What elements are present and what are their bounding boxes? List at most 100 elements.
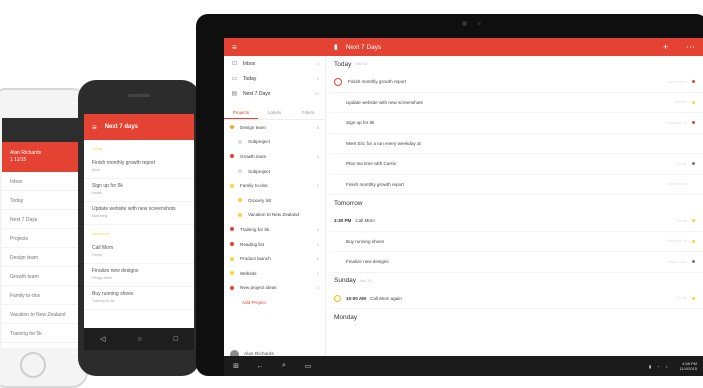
task-row[interactable]: Finalize new designs Design team	[330, 252, 703, 273]
battery-icon[interactable]: ▮	[649, 364, 651, 369]
project-item[interactable]: Subproject	[224, 164, 325, 179]
task-project: Family	[676, 296, 687, 301]
priority-dot	[692, 219, 695, 223]
iphone-nav-item[interactable]: Projects	[2, 229, 86, 248]
start-icon[interactable]: ⊞	[224, 362, 248, 370]
search-icon[interactable]: ⌕	[272, 362, 296, 370]
iphone-nav-item[interactable]: Vacation to New Zealand	[2, 305, 86, 324]
add-task-icon[interactable]: +	[663, 42, 668, 53]
list-item[interactable]: Call Mom Family	[84, 241, 194, 264]
home-icon[interactable]: ○	[137, 336, 141, 343]
day-header: Tomorrow	[330, 195, 703, 211]
android-app-bar: ≡ Next 7 days	[84, 114, 194, 140]
project-label: Training for 5k	[240, 226, 270, 232]
project-item[interactable]: Growth team 5	[224, 149, 325, 164]
iphone-nav-item[interactable]: Reading list	[2, 343, 86, 348]
task-project: Growth team	[666, 182, 687, 187]
task-project: Website	[674, 100, 687, 105]
sidebar-item[interactable]: ▤ Next 7 Days 12	[224, 86, 325, 101]
project-label: Family to-dos	[240, 183, 268, 189]
project-item[interactable]: Subproject	[224, 135, 325, 150]
project-item[interactable]: Grocery list	[224, 193, 325, 208]
task-row[interactable]: Meet Eric for a run every weekday at	[330, 134, 703, 154]
iphone-nav-item[interactable]: Next 7 Days	[2, 210, 86, 229]
list-item[interactable]: Finish monthly growth report Work	[84, 156, 194, 179]
wifi-icon[interactable]: ◔	[657, 364, 659, 369]
task-project: Marketing	[92, 214, 108, 218]
task-project: Design team	[92, 276, 112, 280]
hamburger-menu-icon[interactable]: ≡	[224, 43, 334, 52]
iphone-user-panel[interactable]: Alan Richards 1 11/15	[2, 142, 86, 172]
project-color-dot	[238, 169, 242, 174]
iphone-nav-item[interactable]: Design team	[2, 248, 86, 267]
windows-taskbar: ⊞ ← ⌕ ▭ ▮ ◔ ♪ 4:38 PM 11/4/2015	[224, 356, 703, 376]
task-row[interactable]: Finish monthly growth report Growth team	[330, 72, 703, 93]
task-row[interactable]: 3:30 PM Call Mom Family	[330, 211, 703, 232]
tab-filters[interactable]: Filters	[291, 106, 325, 119]
task-text: Finalize new designs	[92, 268, 139, 274]
task-checkbox[interactable]	[334, 77, 342, 86]
recent-apps-icon[interactable]: □	[174, 336, 178, 343]
clock[interactable]: 4:38 PM 11/4/2015	[674, 361, 698, 371]
sidebar-item-count: 3	[316, 61, 319, 66]
add-project-button[interactable]: Add Project	[224, 295, 325, 309]
task-row[interactable]: 10:00 AM Call Mom again Family	[330, 289, 703, 309]
task-text: Call Mom	[92, 245, 114, 251]
day-header: Today Wed 12	[330, 56, 703, 72]
system-tray: ▮ ◔ ♪ 4:38 PM 11/4/2015	[643, 361, 697, 371]
task-text: Update website with new screenshots	[346, 99, 423, 105]
project-count: 2	[316, 241, 319, 247]
iphone-nav-item[interactable]: Training for 5k	[2, 324, 86, 343]
task-project: Family	[676, 218, 687, 223]
project-label: Reading list	[240, 241, 265, 247]
task-row[interactable]: Buy running shoes Training for 5k	[330, 232, 703, 252]
iphone-nav-item[interactable]: Inbox	[2, 172, 86, 191]
task-row[interactable]: Finish monthly growth report Growth team	[330, 175, 703, 195]
task-text: Call Mom again	[370, 295, 402, 301]
list-item[interactable]: Finalize new designs Design team	[84, 264, 194, 287]
more-options-icon[interactable]: ⋯	[686, 42, 695, 53]
project-item[interactable]: Design team 8	[224, 120, 325, 135]
back-icon[interactable]: ←	[248, 363, 272, 370]
list-item[interactable]: Buy running shoes Training for 5k	[84, 287, 194, 310]
project-item[interactable]: Family to-dos 3	[224, 178, 325, 193]
list-item[interactable]: Sign up for 5k Health	[84, 179, 194, 202]
android-screen: ≡ Next 7 days Today Finish monthly growt…	[84, 114, 194, 328]
title-bar: ≡ ▮ Next 7 Days + ⋯	[224, 38, 703, 56]
project-item[interactable]: Reading list 2	[224, 237, 325, 252]
project-item[interactable]: Vacation to New Zealand	[224, 208, 325, 223]
task-text: Finish monthly growth report	[348, 79, 406, 85]
task-row[interactable]: Sign up for 5k Training for 5k	[330, 113, 703, 134]
sidebar-item[interactable]: ⊡ Inbox 3	[224, 56, 325, 71]
project-label: Design team	[240, 124, 266, 130]
project-item[interactable]: Website 1	[224, 266, 325, 281]
home-button[interactable]	[20, 352, 46, 378]
project-count: 3	[316, 183, 319, 189]
task-row[interactable]: Update website with new screenshots Websi…	[330, 93, 703, 113]
task-row[interactable]: Plan tea time with Carrie Family	[330, 154, 703, 175]
task-project: Training for 5k	[664, 120, 687, 125]
project-item[interactable]: Training for 5k 4	[224, 222, 325, 237]
sidebar-item[interactable]: ▭ Today 4	[224, 71, 325, 86]
iphone-nav-item[interactable]: Growth team	[2, 267, 86, 286]
menu-icon[interactable]: ≡	[92, 123, 97, 132]
iphone-nav-item[interactable]: Family to-dos	[2, 286, 86, 305]
volume-icon[interactable]: ♪	[666, 364, 668, 369]
project-item[interactable]: Product launch 6	[224, 251, 325, 266]
sidebar-nav: ⊡ Inbox 3 ▭ Today 4 ▤ Next 7 Days 12	[224, 56, 325, 101]
section-tomorrow: Tomorrow	[92, 231, 110, 236]
project-color-dot	[230, 125, 234, 130]
back-icon[interactable]: ◁	[100, 335, 105, 343]
iphone-nav-item[interactable]: Today	[2, 191, 86, 210]
project-color-dot	[238, 139, 242, 144]
project-item[interactable]: New project ideas 3	[224, 281, 325, 296]
task-text: Buy running shoes	[346, 238, 385, 244]
day-title: Tomorrow	[334, 199, 363, 207]
tab-projects[interactable]: Projects	[224, 106, 258, 119]
priority-dot	[692, 80, 695, 84]
task-text: Finish monthly growth report	[346, 181, 404, 187]
task-view-icon[interactable]: ▭	[296, 362, 320, 370]
project-count: 8	[316, 124, 319, 130]
tab-labels[interactable]: Labels	[258, 106, 292, 119]
list-item[interactable]: Update website with new screenshots Mark…	[84, 202, 194, 225]
